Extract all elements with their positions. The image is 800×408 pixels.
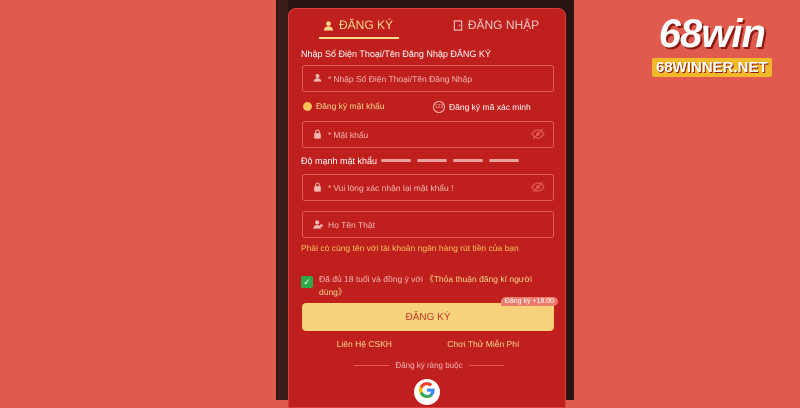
divider-line [354, 365, 390, 366]
active-tab-indicator [319, 37, 399, 39]
logo-site: 68WINNER.NET [652, 58, 772, 77]
divider-text: Đăng ký ràng buộc [395, 361, 463, 370]
strength-meter [381, 159, 519, 162]
google-button[interactable] [414, 379, 440, 405]
password-input[interactable]: * Mật khẩu [302, 121, 554, 148]
bind-divider: Đăng ký ràng buộc [354, 361, 504, 370]
auth-tabs: ĐĂNG KÝ ĐĂNG NHẬP [289, 9, 565, 41]
fullname-input[interactable]: Họ Tên Thật [302, 211, 554, 238]
user-icon [323, 20, 334, 31]
required-mark: * [328, 129, 332, 140]
phone-input[interactable]: * Nhập Số Điện Thoại/Tên Đăng Nhập [302, 65, 554, 92]
door-icon [453, 19, 463, 31]
tab-login[interactable]: ĐĂNG NHẬP [427, 9, 565, 41]
strength-bar [453, 159, 483, 162]
register-panel: ĐĂNG KÝ ĐĂNG NHẬP Nhập Số Điện Thoại/Tên… [288, 8, 566, 408]
confirm-placeholder: Vui lòng xác nhận lại mật khẩu ! [333, 182, 454, 193]
agreement: ✓ Đã đủ 18 tuổi và đồng ý với 《Thỏa thuậ… [301, 273, 551, 299]
option-code-label: Đăng ký mã xác minh [449, 102, 531, 112]
option-password-label: Đăng ký mật khẩu [316, 101, 385, 111]
agree-text: Đã đủ 18 tuổi và đồng ý với [319, 274, 423, 284]
check-icon: ✓ [303, 276, 311, 287]
user-field-icon [313, 73, 323, 84]
register-button[interactable]: ĐĂNG KÝ Đăng ký +18.00 [302, 297, 558, 331]
logo-text: 68win [658, 12, 766, 56]
google-icon [418, 381, 435, 403]
strength-label: Độ mạnh mật khẩu [301, 156, 378, 166]
contact-link[interactable]: Liên Hệ CSKH [337, 339, 392, 349]
phone-label: Nhập Số Điện Thoại/Tên Đăng Nhập ĐĂNG KÝ [301, 49, 491, 59]
password-placeholder: Mật khẩu [333, 129, 369, 140]
brand-logo: 68win 68WINNER.NET [652, 12, 772, 77]
lock-icon [313, 182, 323, 194]
eye-off-icon[interactable] [531, 181, 545, 195]
lock-icon [313, 129, 323, 141]
bonus-badge: Đăng ký +18.00 [500, 297, 558, 306]
confirm-password-input[interactable]: * Vui lòng xác nhận lại mật khẩu ! [302, 174, 554, 201]
strength-bar [417, 159, 447, 162]
required-mark: * [328, 73, 332, 84]
option-password[interactable]: Đăng ký mật khẩu [303, 101, 385, 111]
phone-placeholder: Nhập Số Điện Thoại/Tên Đăng Nhập [333, 73, 473, 84]
option-code[interactable]: 123 Đăng ký mã xác minh [433, 101, 531, 113]
register-button-label: ĐĂNG KÝ [405, 311, 451, 323]
strength-bar [489, 159, 519, 162]
eye-off-icon[interactable] [531, 128, 545, 142]
agree-checkbox[interactable]: ✓ [301, 276, 313, 288]
divider-line [468, 365, 504, 366]
tab-login-label: ĐĂNG NHẬP [467, 18, 540, 32]
trial-link[interactable]: Chơi Thử Miễn Phí [447, 339, 519, 349]
footer-links: Liên Hệ CSKH Chơi Thử Miễn Phí [289, 339, 567, 349]
agreement-text: Đã đủ 18 tuổi và đồng ý với 《Thỏa thuận … [319, 273, 551, 299]
name-warning: Phải có cùng tên với tài khoản ngân hàng… [301, 243, 519, 253]
fullname-placeholder: Họ Tên Thật [328, 219, 375, 230]
code-radio-icon: 123 [433, 101, 445, 113]
id-card-icon [313, 219, 323, 231]
required-mark: * [328, 182, 332, 193]
strength-bar [381, 159, 411, 162]
tab-register-label: ĐĂNG KÝ [338, 18, 393, 32]
selected-radio-icon [303, 101, 312, 111]
